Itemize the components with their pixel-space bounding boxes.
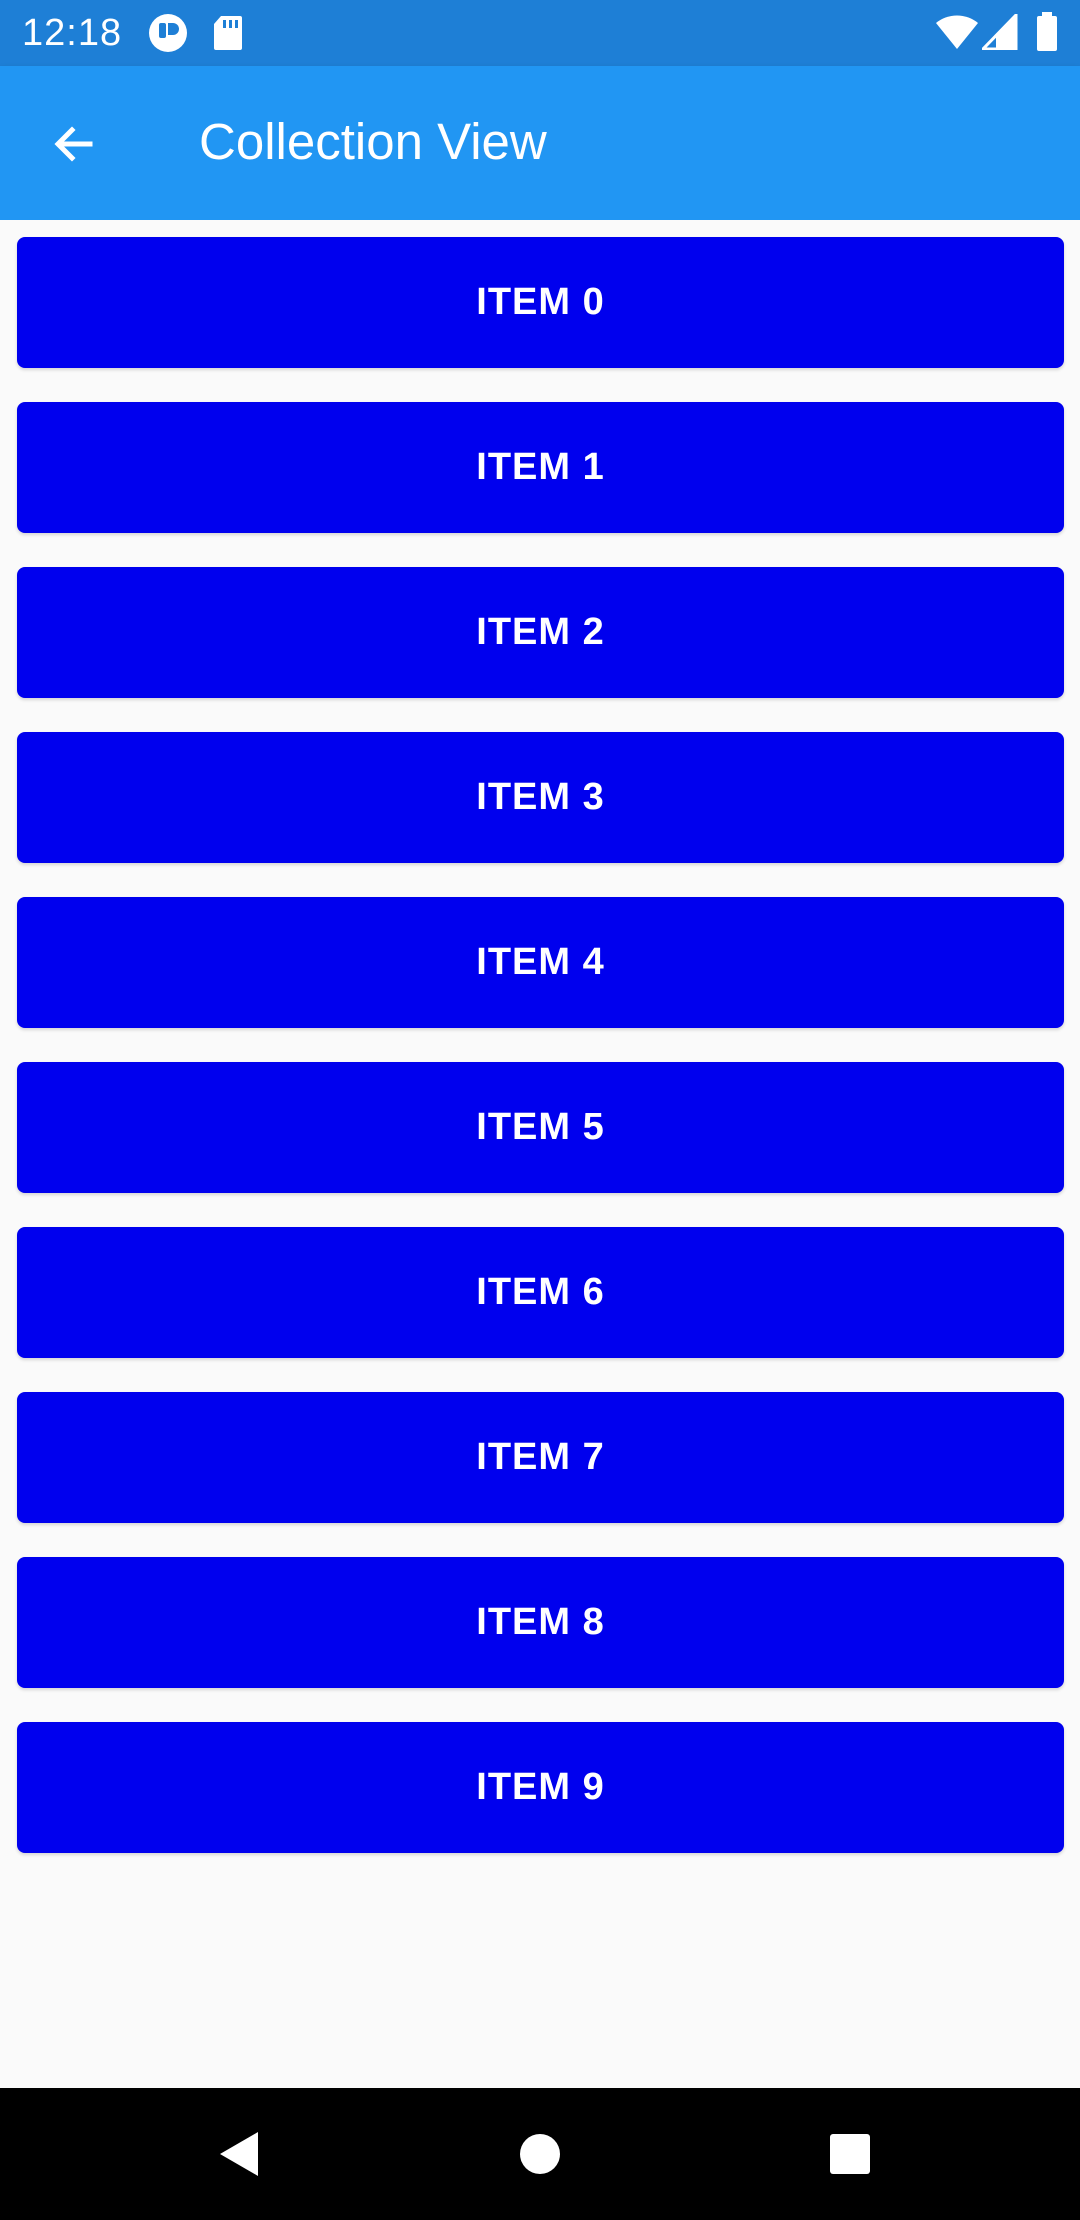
status-bar: 12:18 [0,0,1080,66]
home-circle-icon [520,2134,560,2174]
item-button-3[interactable]: ITEM 3 [17,732,1064,863]
back-button[interactable] [36,106,112,182]
item-list: ITEM 0 ITEM 1 ITEM 2 ITEM 3 ITEM 4 ITEM … [17,237,1064,1887]
item-button-8[interactable]: ITEM 8 [17,1557,1064,1688]
item-button-0[interactable]: ITEM 0 [17,237,1064,368]
page-title: Collection View [199,113,547,170]
item-button-5[interactable]: ITEM 5 [17,1062,1064,1193]
sd-card-icon [214,16,242,50]
nav-back-button[interactable] [199,2114,279,2194]
app-bar: Collection View [0,66,1080,220]
item-button-2[interactable]: ITEM 2 [17,567,1064,698]
recents-square-icon [830,2134,870,2174]
notification-app-icon [149,14,187,52]
system-nav-bar [0,2088,1080,2220]
cell-signal-icon [982,14,1018,50]
item-button-1[interactable]: ITEM 1 [17,402,1064,533]
item-button-9[interactable]: ITEM 9 [17,1722,1064,1853]
back-triangle-icon [220,2132,258,2176]
wifi-icon [936,15,978,49]
item-button-7[interactable]: ITEM 7 [17,1392,1064,1523]
nav-home-button[interactable] [500,2114,580,2194]
battery-icon [1037,12,1057,51]
arrow-left-icon [54,126,93,162]
item-button-4[interactable]: ITEM 4 [17,897,1064,1028]
collection-view[interactable]: ITEM 0 ITEM 1 ITEM 2 ITEM 3 ITEM 4 ITEM … [0,220,1080,2088]
item-button-6[interactable]: ITEM 6 [17,1227,1064,1358]
nav-recents-button[interactable] [810,2114,890,2194]
status-time: 12:18 [22,12,123,54]
